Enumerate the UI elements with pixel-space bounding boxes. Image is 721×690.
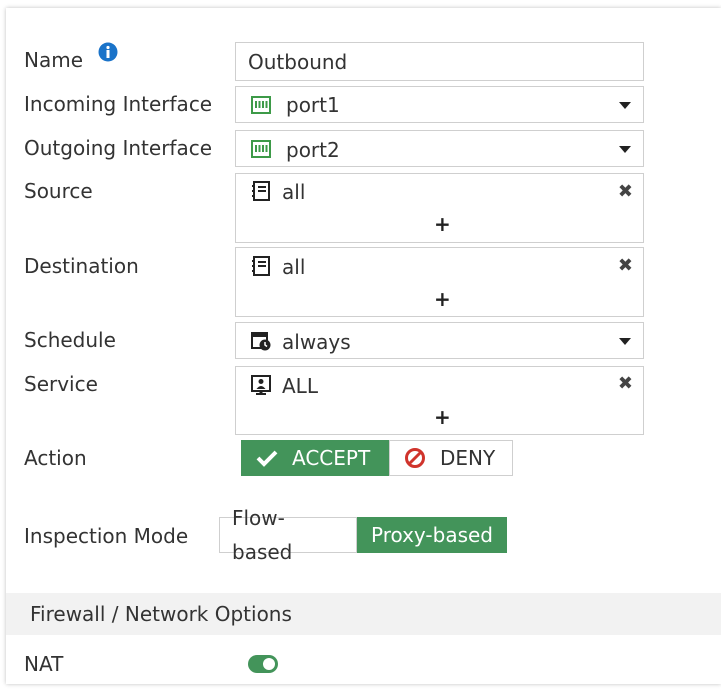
chevron-down-icon: [619, 146, 631, 153]
remove-source-icon[interactable]: ✖: [618, 182, 633, 202]
nat-toggle[interactable]: [248, 655, 278, 673]
add-destination-button[interactable]: +: [434, 289, 451, 309]
name-input-value: Outbound: [248, 50, 348, 74]
schedule-value: always: [282, 330, 351, 354]
destination-value: all: [282, 255, 306, 279]
schedule-label: Schedule: [24, 328, 116, 352]
service-icon: [251, 375, 271, 395]
deny-icon: [405, 448, 425, 468]
chevron-down-icon: [619, 102, 631, 109]
remove-destination-icon[interactable]: ✖: [618, 256, 633, 276]
source-label: Source: [24, 179, 93, 203]
schedule-icon: [251, 332, 271, 351]
outgoing-interface-select[interactable]: port2: [235, 130, 644, 167]
address-icon: [252, 256, 270, 276]
source-field[interactable]: all ✖ +: [235, 173, 644, 243]
incoming-interface-select[interactable]: port1: [235, 86, 644, 123]
name-input[interactable]: Outbound: [235, 42, 644, 81]
toggle-knob: [263, 658, 275, 670]
destination-label: Destination: [24, 254, 139, 278]
inspection-mode-label: Inspection Mode: [24, 524, 189, 548]
nat-label: NAT: [24, 652, 64, 676]
info-icon[interactable]: [98, 42, 118, 62]
proxy-based-button[interactable]: Proxy-based: [357, 517, 507, 553]
source-value: all: [282, 180, 306, 204]
port-icon: [251, 140, 271, 158]
destination-field[interactable]: all ✖ +: [235, 247, 644, 317]
section-title: Firewall / Network Options: [30, 602, 292, 626]
action-toggle-group: ACCEPT DENY: [241, 440, 513, 476]
name-label: Name: [24, 48, 84, 72]
firewall-network-options-section: Firewall / Network Options: [6, 593, 721, 635]
remove-service-icon[interactable]: ✖: [618, 374, 633, 394]
accept-label: ACCEPT: [292, 446, 371, 470]
service-field[interactable]: ALL ✖ +: [235, 366, 644, 435]
add-source-button[interactable]: +: [434, 214, 451, 234]
port-icon: [251, 96, 271, 114]
service-label: Service: [24, 372, 98, 396]
incoming-interface-label: Incoming Interface: [24, 92, 213, 116]
schedule-select[interactable]: always: [235, 322, 644, 359]
deny-button[interactable]: DENY: [389, 440, 513, 476]
outgoing-interface-label: Outgoing Interface: [24, 136, 213, 160]
flow-based-button[interactable]: Flow-based: [219, 506, 357, 564]
outgoing-interface-value: port2: [286, 138, 340, 162]
address-icon: [252, 181, 270, 201]
action-label: Action: [24, 446, 87, 470]
inspection-mode-toggle-group: Flow-based Proxy-based: [219, 506, 507, 564]
deny-label: DENY: [440, 446, 496, 470]
flow-based-label: Flow-based: [232, 506, 293, 564]
service-value: ALL: [282, 374, 318, 398]
accept-button[interactable]: ACCEPT: [241, 440, 389, 476]
proxy-based-label: Proxy-based: [370, 523, 494, 547]
incoming-interface-value: port1: [286, 93, 340, 117]
check-icon: [256, 450, 278, 467]
add-service-button[interactable]: +: [434, 407, 451, 427]
chevron-down-icon: [619, 338, 631, 345]
